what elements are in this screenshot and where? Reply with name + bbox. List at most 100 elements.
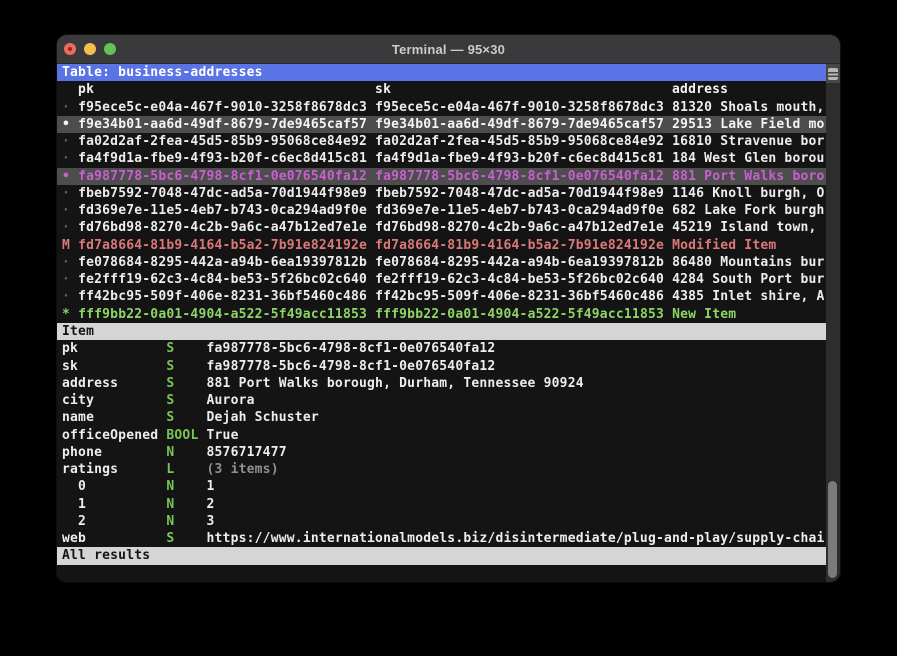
row-pk-cell: f9e34b01-aa6d-49df-8679-7de9465caf57 <box>78 117 375 132</box>
item-field-row: city S Aurora <box>57 392 826 409</box>
row-sk-cell: fff9bb22-0a01-4904-a522-5f49acc11853 <box>375 307 672 322</box>
table-title-bar: Table: business-addresses <box>57 64 826 81</box>
row-pk-cell: ff42bc95-509f-406e-8231-36bf5460c486 <box>78 289 375 304</box>
field-type-badge: N <box>166 497 198 512</box>
field-value: fa987778-5bc6-4798-8cf1-0e076540fa12 <box>198 359 495 374</box>
row-pk-cell: fa987778-5bc6-4798-8cf1-0e076540fa12 <box>78 169 375 184</box>
field-key: web <box>62 531 166 546</box>
scrollbar-track[interactable] <box>826 64 840 582</box>
terminal-window: Terminal — 95×30 Table: business-address… <box>57 35 840 582</box>
row-address-cell: 86480 Mountains bur <box>672 255 825 270</box>
minimize-button[interactable] <box>84 43 96 55</box>
field-key: name <box>62 410 166 425</box>
field-key: ratings <box>62 462 166 477</box>
row-sk-cell: ff42bc95-509f-406e-8231-36bf5460c486 <box>375 289 672 304</box>
field-type-badge: S <box>166 341 198 356</box>
table-row[interactable]: • fa987778-5bc6-4798-8cf1-0e076540fa12 f… <box>57 168 826 185</box>
row-pk-cell: fd369e7e-11e5-4eb7-b743-0ca294ad9f0e <box>78 203 375 218</box>
field-type-badge: N <box>166 514 198 529</box>
field-value: https://www.internationalmodels.biz/disi… <box>198 531 824 546</box>
results-status-bar: All results <box>57 547 826 564</box>
row-sk-cell: f9e34b01-aa6d-49df-8679-7de9465caf57 <box>375 117 672 132</box>
field-key: address <box>62 376 166 391</box>
row-address-cell: 881 Port Walks boro <box>672 169 825 184</box>
row-pk-cell: fd7a8664-81b9-4164-b5a2-7b91e824192e <box>78 238 375 253</box>
field-type-badge: S <box>166 359 198 374</box>
window-title: Terminal — 95×30 <box>392 42 505 57</box>
field-type-badge: S <box>166 393 198 408</box>
zoom-button[interactable] <box>104 43 116 55</box>
split-pane-button[interactable] <box>826 64 840 83</box>
table-row[interactable]: M fd7a8664-81b9-4164-b5a2-7b91e824192e f… <box>57 237 826 254</box>
row-address-cell: 29513 Lake Field mo <box>672 117 825 132</box>
row-sk-cell: fd7a8664-81b9-4164-b5a2-7b91e824192e <box>375 238 672 253</box>
table-row[interactable]: · fa4f9d1a-fbe9-4f93-b20f-c6ec8d415c81 f… <box>57 150 826 167</box>
item-fields: pk S fa987778-5bc6-4798-8cf1-0e076540fa1… <box>57 340 826 547</box>
table-row[interactable]: * fff9bb22-0a01-4904-a522-5f49acc11853 f… <box>57 306 826 323</box>
row-sk-cell: fe2fff19-62c3-4c84-be53-5f26bc02c640 <box>375 272 672 287</box>
split-pane-icon <box>828 68 838 80</box>
table-row[interactable]: · ff42bc95-509f-406e-8231-36bf5460c486 f… <box>57 288 826 305</box>
row-state-marker-icon: M <box>62 238 78 253</box>
row-state-marker-icon: · <box>62 272 78 287</box>
field-value: Aurora <box>198 393 254 408</box>
row-address-cell: 16810 Stravenue bor <box>672 134 825 149</box>
field-value: 8576717477 <box>198 445 286 460</box>
close-button[interactable] <box>64 43 76 55</box>
item-field-row: 2 N 3 <box>57 513 826 530</box>
row-pk-cell: fa02d2af-2fea-45d5-85b9-95068ce84e92 <box>78 134 375 149</box>
field-type-badge: S <box>166 410 198 425</box>
field-key: sk <box>62 359 166 374</box>
row-sk-cell: fbeb7592-7048-47dc-ad5a-70d1944f98e9 <box>375 186 672 201</box>
item-field-row: 0 N 1 <box>57 478 826 495</box>
field-type-badge: N <box>166 479 198 494</box>
row-pk-cell: fbeb7592-7048-47dc-ad5a-70d1944f98e9 <box>78 186 375 201</box>
table-row[interactable]: • f9e34b01-aa6d-49df-8679-7de9465caf57 f… <box>57 116 826 133</box>
table-row[interactable]: · fd76bd98-8270-4c2b-9a6c-a47b12ed7e1e f… <box>57 219 826 236</box>
field-key: 0 <box>62 479 166 494</box>
row-pk-cell: fa4f9d1a-fbe9-4f93-b20f-c6ec8d415c81 <box>78 151 375 166</box>
row-state-marker-icon: · <box>62 203 78 218</box>
field-value: 881 Port Walks borough, Durham, Tennesse… <box>198 376 583 391</box>
item-field-row: ratings L (3 items) <box>57 461 826 478</box>
row-sk-cell: f95ece5c-e04a-467f-9010-3258f8678dc3 <box>375 100 672 115</box>
table-row[interactable]: · fe078684-8295-442a-a94b-6ea19397812b f… <box>57 254 826 271</box>
titlebar[interactable]: Terminal — 95×30 <box>57 35 840 64</box>
traffic-lights <box>64 35 116 63</box>
table-row[interactable]: · f95ece5c-e04a-467f-9010-3258f8678dc3 f… <box>57 99 826 116</box>
field-key: pk <box>62 341 166 356</box>
field-key: city <box>62 393 166 408</box>
item-field-row: 1 N 2 <box>57 496 826 513</box>
item-field-row: sk S fa987778-5bc6-4798-8cf1-0e076540fa1… <box>57 358 826 375</box>
scrollbar-thumb[interactable] <box>828 481 837 578</box>
field-key: phone <box>62 445 166 460</box>
row-address-cell: 1146 Knoll burgh, O <box>672 186 825 201</box>
row-pk-cell: f95ece5c-e04a-467f-9010-3258f8678dc3 <box>78 100 375 115</box>
field-value: 1 <box>198 479 214 494</box>
row-address-cell: New Item <box>672 307 736 322</box>
table-row[interactable]: · fe2fff19-62c3-4c84-be53-5f26bc02c640 f… <box>57 271 826 288</box>
row-state-marker-icon: · <box>62 134 78 149</box>
field-value: True <box>198 428 238 443</box>
row-state-marker-icon: * <box>62 307 78 322</box>
row-sk-cell: fd76bd98-8270-4c2b-9a6c-a47b12ed7e1e <box>375 220 672 235</box>
field-key: 1 <box>62 497 166 512</box>
field-value: fa987778-5bc6-4798-8cf1-0e076540fa12 <box>198 341 495 356</box>
item-field-row: web S https://www.internationalmodels.bi… <box>57 530 826 547</box>
row-address-cell: 45219 Island town, <box>672 220 816 235</box>
field-type-badge: L <box>166 462 198 477</box>
item-field-row: name S Dejah Schuster <box>57 409 826 426</box>
table-row[interactable]: · fd369e7e-11e5-4eb7-b743-0ca294ad9f0e f… <box>57 202 826 219</box>
table-row[interactable]: · fa02d2af-2fea-45d5-85b9-95068ce84e92 f… <box>57 133 826 150</box>
row-sk-cell: fd369e7e-11e5-4eb7-b743-0ca294ad9f0e <box>375 203 672 218</box>
row-sk-cell: fa4f9d1a-fbe9-4f93-b20f-c6ec8d415c81 <box>375 151 672 166</box>
row-state-marker-icon: • <box>62 169 78 184</box>
row-state-marker-icon: · <box>62 186 78 201</box>
row-pk-cell: fff9bb22-0a01-4904-a522-5f49acc11853 <box>78 307 375 322</box>
field-value: 3 <box>198 514 214 529</box>
terminal-content-wrap: Table: business-addresses pk sk address … <box>57 64 840 582</box>
row-pk-cell: fe078684-8295-442a-a94b-6ea19397812b <box>78 255 375 270</box>
row-state-marker-icon: · <box>62 151 78 166</box>
row-sk-cell: fa987778-5bc6-4798-8cf1-0e076540fa12 <box>375 169 672 184</box>
table-row[interactable]: · fbeb7592-7048-47dc-ad5a-70d1944f98e9 f… <box>57 185 826 202</box>
